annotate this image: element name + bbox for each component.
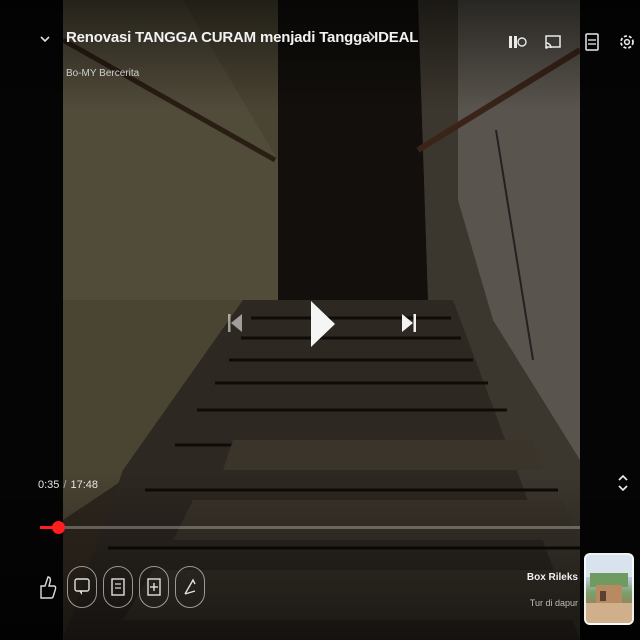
- captions-button[interactable]: [580, 30, 604, 54]
- play-icon: [311, 301, 335, 347]
- time-separator: /: [63, 479, 67, 491]
- autoplay-toggle[interactable]: [505, 30, 529, 54]
- up-next-thumbnail[interactable]: [584, 553, 634, 625]
- cast-icon: [545, 35, 561, 49]
- like-button[interactable]: [32, 566, 62, 608]
- comment-icon: [74, 578, 90, 595]
- comment-button[interactable]: [67, 566, 97, 608]
- add-button[interactable]: [139, 566, 169, 608]
- previous-button[interactable]: [218, 306, 252, 340]
- chevron-right-icon[interactable]: [366, 29, 376, 49]
- next-button[interactable]: [392, 306, 426, 340]
- current-time: 0:35: [38, 479, 60, 491]
- up-next-subtitle: Tur di dapur: [529, 598, 578, 608]
- duration: 17:48: [70, 479, 99, 491]
- save-button[interactable]: [103, 566, 133, 608]
- share-button[interactable]: [175, 566, 205, 608]
- skip-previous-icon: [228, 314, 242, 332]
- fullscreen-icon: [618, 474, 628, 492]
- thumbnail-image: [586, 555, 632, 623]
- top-gradient: [0, 0, 640, 110]
- thumbs-up-icon: [40, 576, 57, 599]
- settings-gear-icon: [620, 35, 634, 49]
- scrubber-handle[interactable]: [51, 521, 65, 534]
- up-next-title[interactable]: Box Rileks: [510, 572, 578, 583]
- add-icon: [147, 578, 161, 596]
- channel-name[interactable]: Bo-MY Bercerita: [66, 68, 139, 79]
- bottom-gradient: [0, 470, 640, 640]
- collapse-button[interactable]: [34, 30, 56, 52]
- skip-next-icon: [402, 314, 416, 332]
- progress-bar[interactable]: [40, 521, 580, 534]
- settings-button[interactable]: [615, 30, 639, 54]
- cast-button[interactable]: [541, 30, 565, 54]
- fullscreen-button[interactable]: [612, 474, 634, 496]
- play-button[interactable]: [300, 294, 346, 354]
- share-icon: [184, 578, 196, 595]
- chevron-down-icon: [40, 36, 50, 43]
- captions-icon: [585, 33, 599, 51]
- video-player[interactable]: Renovasi TANGGA CURAM menjadi Tangga IDE…: [0, 0, 640, 640]
- pause-icon: [509, 36, 527, 48]
- time-display: 0:35/17:48: [38, 479, 98, 491]
- save-to-playlist-icon: [111, 578, 125, 596]
